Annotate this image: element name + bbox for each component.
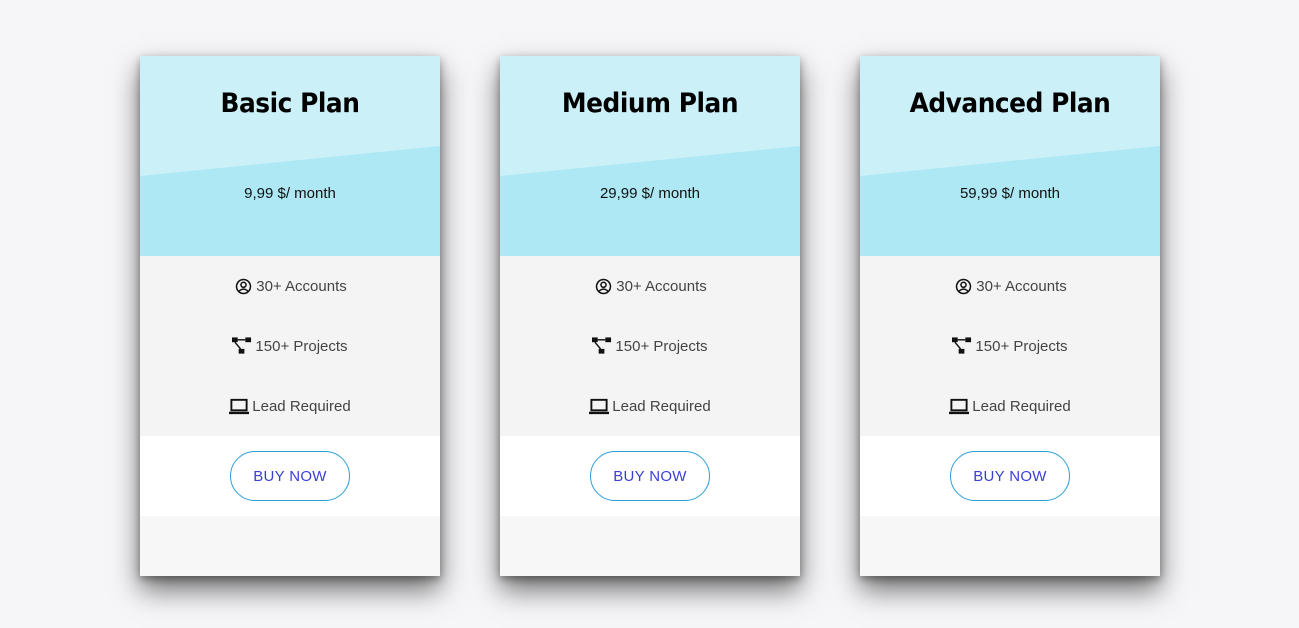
- plan-title: Medium Plan: [561, 88, 739, 119]
- cta-area: BUY NOW: [500, 436, 800, 516]
- pricing-card-advanced: Advanced Plan 59,99 $/ month 30+ Account…: [860, 56, 1160, 576]
- feature-label: 30+ Accounts: [256, 277, 347, 295]
- feature-list: 30+ Accounts 150+ Projects Lead Required: [500, 256, 800, 436]
- card-header: Basic Plan 9,99 $/ month: [140, 56, 440, 256]
- feature-label: 150+ Projects: [255, 337, 348, 355]
- project-network-icon: [232, 336, 252, 356]
- header-slant-shape: [500, 146, 800, 256]
- plan-title: Basic Plan: [220, 88, 360, 119]
- feature-item-lead: Lead Required: [500, 376, 800, 436]
- laptop-icon: [949, 396, 970, 416]
- card-header: Advanced Plan 59,99 $/ month: [860, 56, 1160, 256]
- feature-item-lead: Lead Required: [140, 376, 440, 436]
- header-slant-shape: [140, 146, 440, 256]
- laptop-icon: [229, 396, 250, 416]
- feature-label: 30+ Accounts: [616, 277, 707, 295]
- user-circle-icon: [593, 276, 613, 296]
- feature-item-projects: 150+ Projects: [500, 316, 800, 376]
- feature-list: 30+ Accounts 150+ Projects Lead Required: [860, 256, 1160, 436]
- buy-now-button[interactable]: BUY NOW: [230, 451, 350, 501]
- feature-label: 150+ Projects: [975, 337, 1068, 355]
- pricing-card-basic: Basic Plan 9,99 $/ month 30+ Accounts 15…: [140, 56, 440, 576]
- feature-label: Lead Required: [972, 397, 1071, 415]
- cta-area: BUY NOW: [860, 436, 1160, 516]
- buy-now-button[interactable]: BUY NOW: [950, 451, 1070, 501]
- card-footer: [860, 516, 1160, 576]
- buy-now-button[interactable]: BUY NOW: [590, 451, 710, 501]
- feature-item-lead: Lead Required: [860, 376, 1160, 436]
- feature-item-projects: 150+ Projects: [860, 316, 1160, 376]
- pricing-card-medium: Medium Plan 29,99 $/ month 30+ Accounts …: [500, 56, 800, 576]
- feature-label: 150+ Projects: [615, 337, 708, 355]
- project-network-icon: [952, 336, 972, 356]
- feature-label: 30+ Accounts: [976, 277, 1067, 295]
- feature-item-accounts: 30+ Accounts: [500, 256, 800, 316]
- feature-label: Lead Required: [252, 397, 351, 415]
- plan-price: 59,99 $/ month: [959, 185, 1061, 202]
- project-network-icon: [592, 336, 612, 356]
- feature-label: Lead Required: [612, 397, 711, 415]
- plan-price: 29,99 $/ month: [599, 185, 701, 202]
- feature-item-accounts: 30+ Accounts: [860, 256, 1160, 316]
- feature-list: 30+ Accounts 150+ Projects Lead Required: [140, 256, 440, 436]
- user-circle-icon: [953, 276, 973, 296]
- plan-title: Advanced Plan: [909, 88, 1111, 119]
- header-slant-shape: [860, 146, 1160, 256]
- card-footer: [140, 516, 440, 576]
- plan-price: 9,99 $/ month: [244, 185, 336, 202]
- feature-item-projects: 150+ Projects: [140, 316, 440, 376]
- feature-item-accounts: 30+ Accounts: [140, 256, 440, 316]
- user-circle-icon: [233, 276, 253, 296]
- card-footer: [500, 516, 800, 576]
- laptop-icon: [589, 396, 610, 416]
- cta-area: BUY NOW: [140, 436, 440, 516]
- card-header: Medium Plan 29,99 $/ month: [500, 56, 800, 256]
